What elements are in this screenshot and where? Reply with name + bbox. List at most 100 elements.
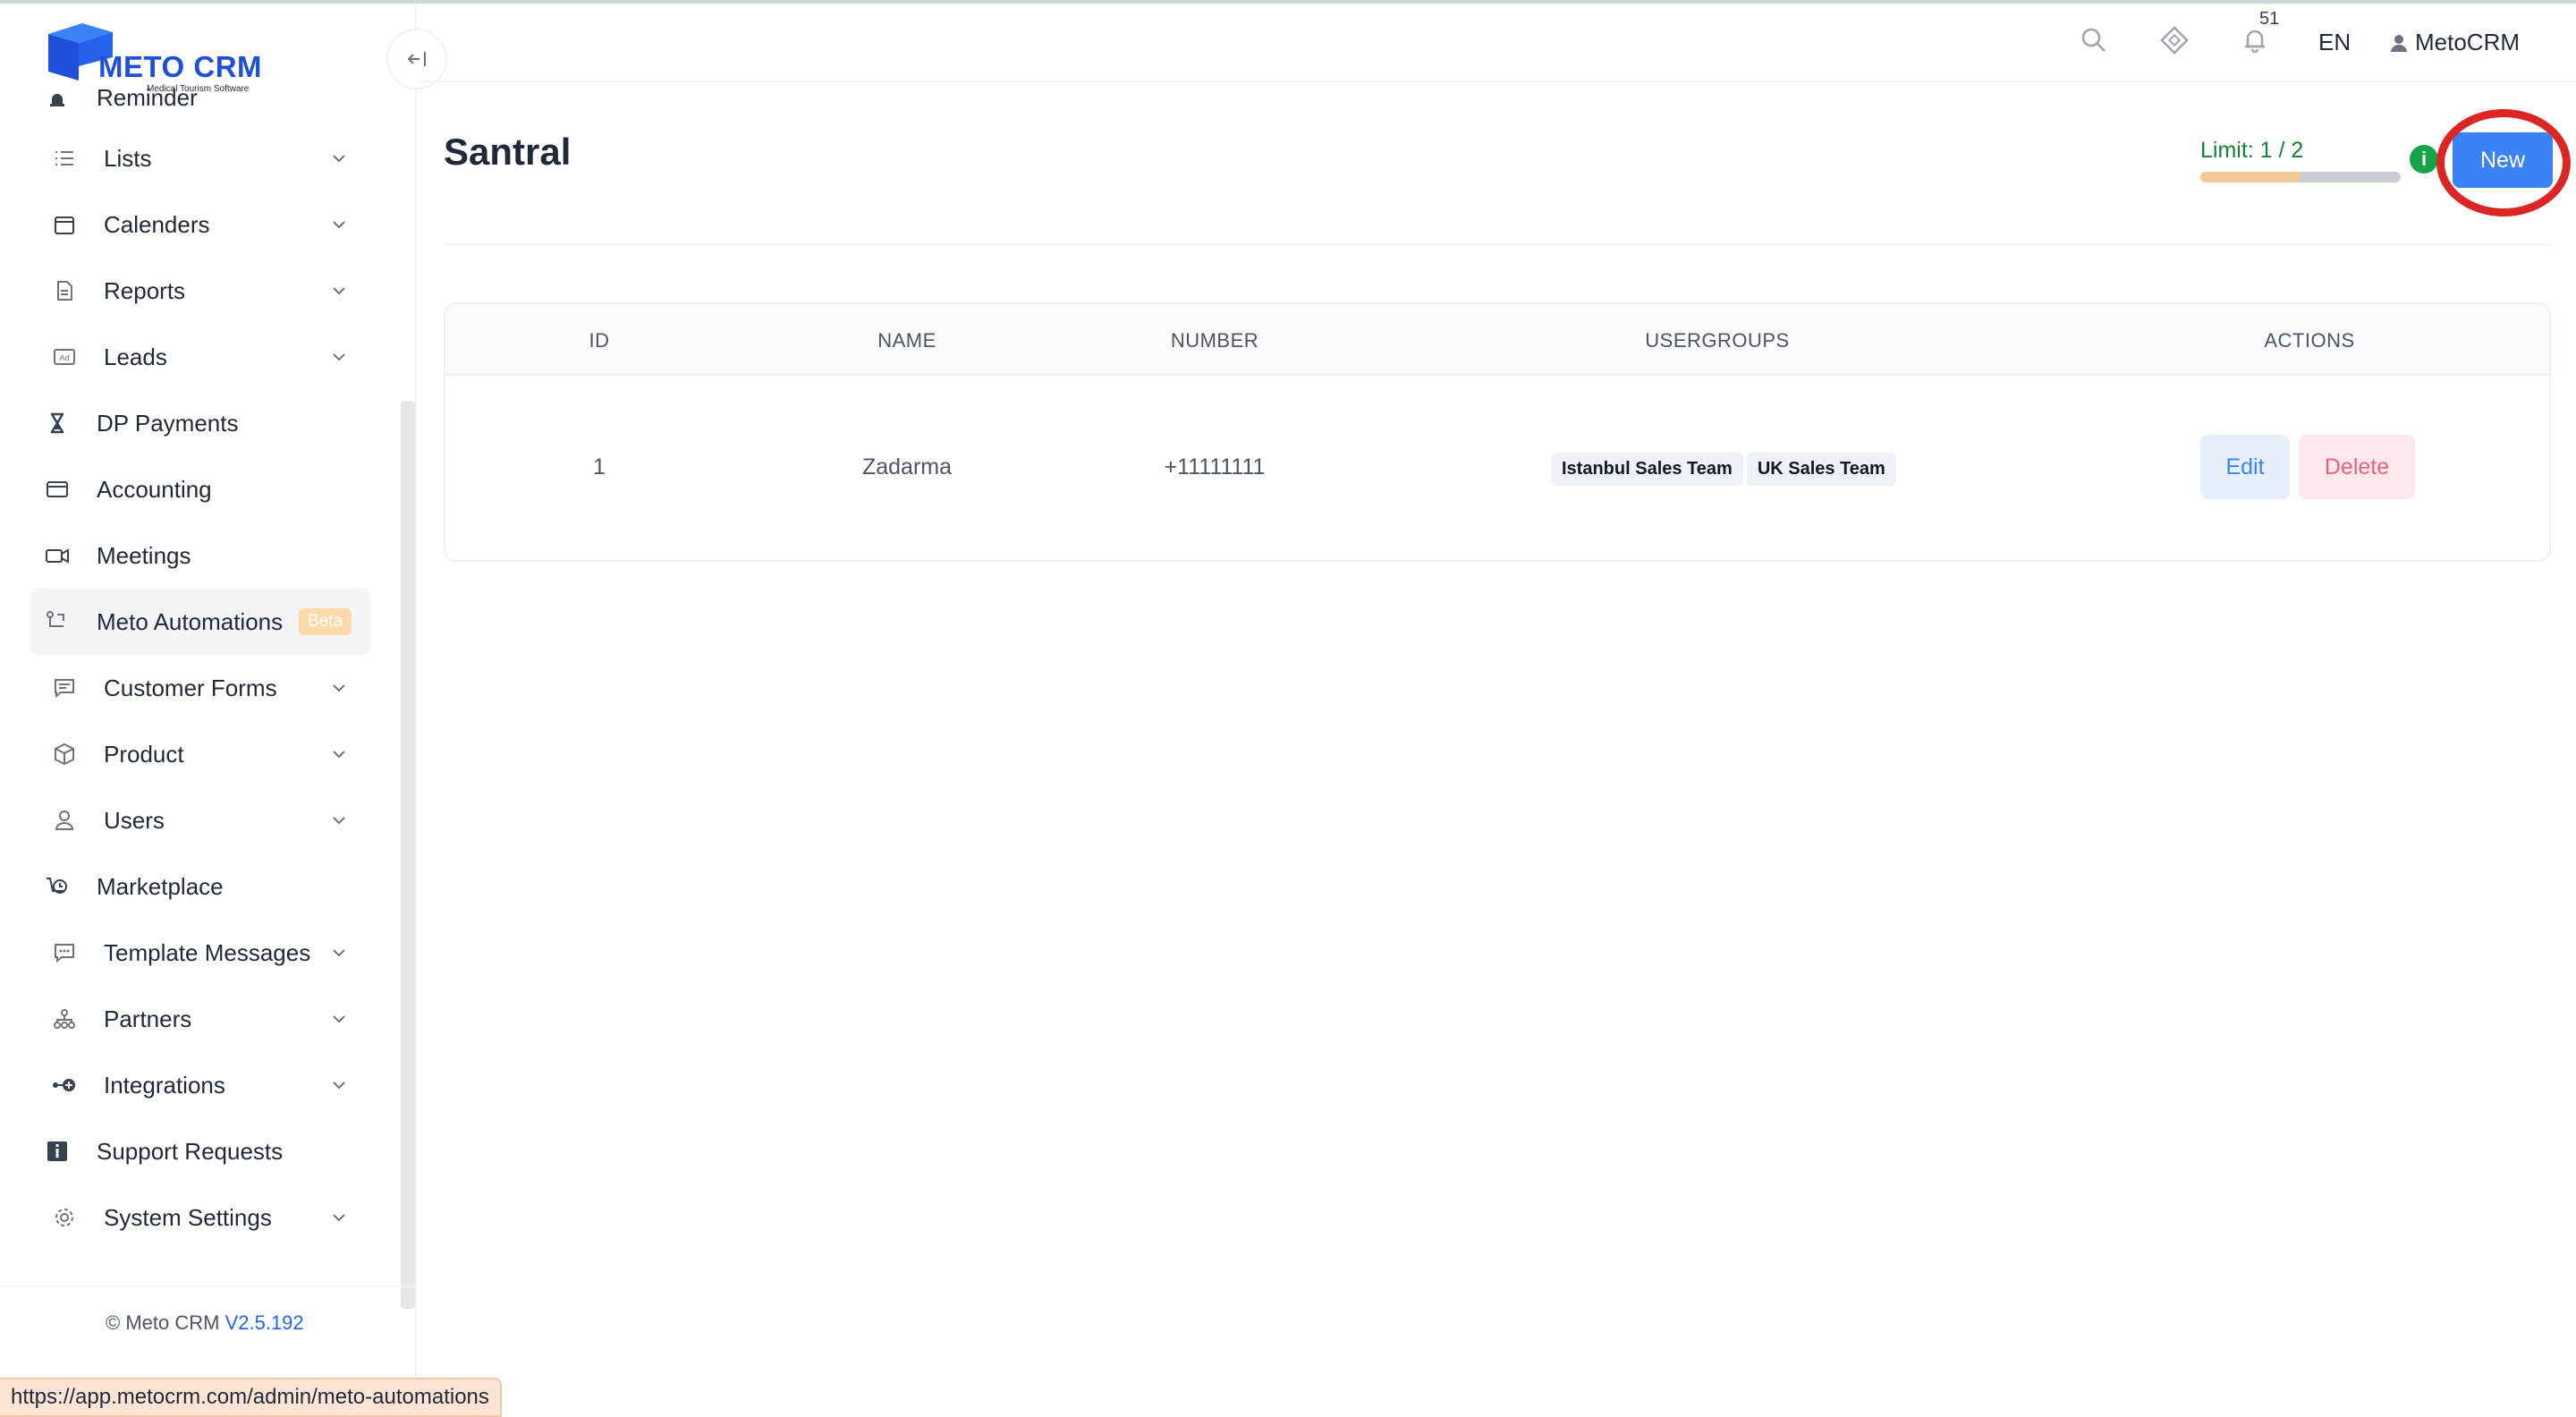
chevron-down-icon[interactable] xyxy=(326,675,352,701)
version-link[interactable]: V2.5.192 xyxy=(225,1311,304,1334)
search-icon[interactable] xyxy=(2079,25,2109,55)
sidebar-item-partners[interactable]: Partners xyxy=(30,986,370,1052)
sidebar-item-leads[interactable]: Ad Leads xyxy=(30,324,370,390)
page-title: Santral xyxy=(444,131,572,173)
sidebar-item-label: Lists xyxy=(104,144,152,172)
sidebar-scrollbar[interactable] xyxy=(401,401,415,1309)
sidebar-item-label: Accounting xyxy=(97,475,212,503)
usergroup-tag: UK Sales Team xyxy=(1746,453,1896,486)
sidebar-item-lists[interactable]: Lists xyxy=(30,125,370,191)
video-icon xyxy=(45,543,70,568)
sidebar-item-label: Customer Forms xyxy=(104,674,277,701)
bell-icon xyxy=(45,88,70,113)
user-menu[interactable]: MetoCRM xyxy=(2390,29,2520,56)
hourglass-icon xyxy=(45,411,70,436)
column-header-id[interactable]: ID xyxy=(589,329,610,352)
user-icon xyxy=(2391,34,2407,52)
chevron-down-icon[interactable] xyxy=(326,145,352,172)
box-icon xyxy=(52,742,77,767)
sidebar-item-label: Reports xyxy=(104,276,186,304)
sidebar-item-system-settings[interactable]: System Settings xyxy=(30,1184,370,1251)
sidebar-item-label: Reminder xyxy=(97,84,198,111)
chevron-down-icon[interactable] xyxy=(326,277,352,304)
marketplace-icon xyxy=(45,874,70,899)
user-icon xyxy=(52,808,77,833)
flow-icon xyxy=(45,609,70,634)
cell-usergroups: Istanbul Sales Team UK Sales Team xyxy=(1551,453,1896,486)
column-header-usergroups[interactable]: USERGROUPS xyxy=(1645,329,1789,352)
plug-icon xyxy=(52,1073,77,1098)
partners-icon xyxy=(52,1006,77,1031)
sidebar-item-label: System Settings xyxy=(104,1203,272,1231)
gear-icon xyxy=(52,1205,77,1230)
sidebar-item-label: Product xyxy=(104,740,184,768)
limit-label: Limit: 1 / 2 xyxy=(2200,138,2304,163)
sidebar-item-reports[interactable]: Reports xyxy=(30,258,370,324)
sidebar-item-label: Users xyxy=(104,806,165,834)
sidebar-item-product[interactable]: Product xyxy=(30,721,370,787)
message-icon xyxy=(52,940,77,965)
sidebar-item-label: Integrations xyxy=(104,1071,225,1099)
sidebar-item-support-requests[interactable]: Support Requests xyxy=(30,1118,370,1184)
chevron-down-icon[interactable] xyxy=(326,344,352,370)
limit-progress-fill xyxy=(2200,172,2301,182)
sidebar-item-label: Meetings xyxy=(97,541,191,569)
sidebar-item-integrations[interactable]: Integrations xyxy=(30,1052,370,1118)
sidebar: METO CRM Medical Tourism Software Remind… xyxy=(0,4,417,1417)
cell-name: Zadarma xyxy=(861,454,953,479)
sidebar-item-customer-forms[interactable]: Customer Forms xyxy=(30,655,370,721)
sidebar-item-reminder[interactable]: Reminder xyxy=(30,84,370,125)
chevron-down-icon[interactable] xyxy=(326,939,352,966)
info-square-icon xyxy=(45,1139,70,1164)
report-icon xyxy=(52,278,77,303)
sidebar-item-calenders[interactable]: Calenders xyxy=(30,191,370,258)
svg-text:Ad: Ad xyxy=(59,353,69,362)
delete-button[interactable]: Delete xyxy=(2299,435,2415,499)
sidebar-item-label: Calenders xyxy=(104,210,210,238)
sidebar-item-label: Leads xyxy=(104,343,167,370)
beta-badge: Beta xyxy=(299,608,352,635)
limit-progress-bar xyxy=(2200,172,2401,182)
info-icon[interactable]: i xyxy=(2410,145,2438,174)
sidebar-nav: Reminder Lists Calenders Reports Ad Leads DP … xyxy=(30,84,370,1251)
sidebar-item-dp-payments[interactable]: DP Payments xyxy=(30,390,370,456)
sidebar-item-meetings[interactable]: Meetings xyxy=(30,522,370,589)
copyright-text: © Meto CRM xyxy=(106,1311,220,1334)
sidebar-item-accounting[interactable]: Accounting xyxy=(30,456,370,522)
sidebar-item-label: Template Messages xyxy=(104,938,311,966)
sidebar-item-meto-automations[interactable]: Meto Automations Beta xyxy=(30,589,370,655)
column-header-actions: ACTIONS xyxy=(2264,329,2355,352)
chevron-down-icon[interactable] xyxy=(326,741,352,768)
sidebar-item-marketplace[interactable]: Marketplace xyxy=(30,853,370,920)
chevron-down-icon[interactable] xyxy=(326,1005,352,1032)
sidebar-item-label: Meto Automations xyxy=(97,607,284,635)
content-divider xyxy=(444,243,2551,245)
column-header-number[interactable]: NUMBER xyxy=(1171,329,1258,352)
sidebar-item-template-messages[interactable]: Template Messages xyxy=(30,920,370,986)
form-icon xyxy=(52,675,77,700)
cell-id: 1 xyxy=(593,454,606,479)
column-header-name[interactable]: NAME xyxy=(877,329,936,352)
notification-bell-icon[interactable] xyxy=(2240,25,2270,55)
browser-status-url: https://app.metocrm.com/admin/meto-autom… xyxy=(0,1378,502,1417)
chevron-down-icon[interactable] xyxy=(326,211,352,238)
chevron-down-icon[interactable] xyxy=(326,1204,352,1231)
brand-name: METO CRM xyxy=(98,50,263,83)
list-icon xyxy=(52,146,77,171)
sidebar-item-label: Marketplace xyxy=(97,872,224,900)
notification-count-badge: 51 xyxy=(2259,9,2280,29)
sidebar-footer-divider xyxy=(0,1285,417,1287)
language-selector[interactable]: EN xyxy=(2318,29,2351,56)
sidebar-footer: © Meto CRM V2.5.192 xyxy=(106,1311,304,1335)
chevron-down-icon[interactable] xyxy=(326,807,352,834)
diamond-icon[interactable] xyxy=(2159,25,2190,55)
chevron-down-icon[interactable] xyxy=(326,1072,352,1099)
sidebar-item-users[interactable]: Users xyxy=(30,787,370,853)
sidebar-item-label: Support Requests xyxy=(97,1137,284,1165)
new-button[interactable]: New xyxy=(2453,132,2553,188)
cell-number: +11111111 xyxy=(1164,454,1266,479)
usergroup-tag: Istanbul Sales Team xyxy=(1551,453,1743,486)
santral-table: ID NAME NUMBER USERGROUPS ACTIONS 1 Zada… xyxy=(444,302,2551,562)
edit-button[interactable]: Edit xyxy=(2200,435,2290,499)
table-header: ID NAME NUMBER USERGROUPS ACTIONS xyxy=(445,304,2549,376)
